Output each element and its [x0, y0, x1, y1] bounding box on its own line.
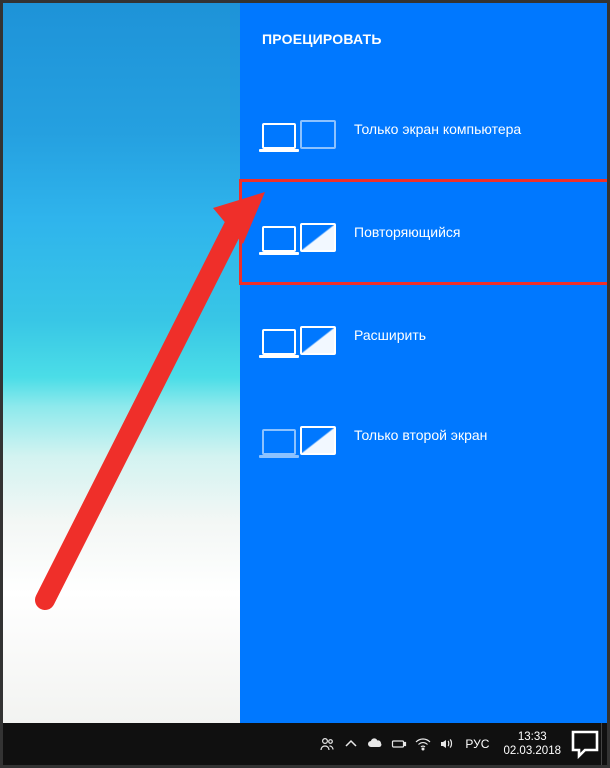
duplicate-icon: [262, 212, 340, 252]
taskbar: РУС 13:33 02.03.2018: [3, 723, 607, 765]
network-icon[interactable]: [411, 723, 435, 765]
option-extend[interactable]: Расширить: [240, 285, 607, 385]
language-indicator[interactable]: РУС: [459, 737, 495, 751]
project-options-list: Только экран компьютера Повторяющийся Ра…: [240, 79, 607, 485]
taskbar-date: 02.03.2018: [503, 744, 561, 758]
panel-title: ПРОЕЦИРОВАТЬ: [240, 3, 607, 47]
second-only-icon: [262, 415, 340, 455]
screen: ПРОЕЦИРОВАТЬ Только экран компьютера Пов…: [0, 0, 610, 768]
show-desktop-button[interactable]: [601, 723, 607, 765]
people-icon[interactable]: [315, 723, 339, 765]
project-panel: ПРОЕЦИРОВАТЬ Только экран компьютера Пов…: [240, 3, 607, 723]
onedrive-icon[interactable]: [363, 723, 387, 765]
option-label: Только второй экран: [354, 427, 487, 443]
pc-only-icon: [262, 109, 340, 149]
taskbar-time: 13:33: [518, 730, 547, 744]
option-second-screen-only[interactable]: Только второй экран: [240, 385, 607, 485]
option-label: Повторяющийся: [354, 224, 460, 240]
extend-icon: [262, 315, 340, 355]
option-label: Только экран компьютера: [354, 121, 521, 137]
option-pc-screen-only[interactable]: Только экран компьютера: [240, 79, 607, 179]
chevron-up-icon[interactable]: [339, 723, 363, 765]
option-duplicate[interactable]: Повторяющийся: [239, 179, 607, 285]
action-center-icon[interactable]: [569, 723, 601, 765]
option-label: Расширить: [354, 327, 426, 343]
desktop-wallpaper: [3, 3, 240, 723]
volume-icon[interactable]: [435, 723, 459, 765]
battery-icon[interactable]: [387, 723, 411, 765]
taskbar-clock[interactable]: 13:33 02.03.2018: [495, 730, 569, 759]
